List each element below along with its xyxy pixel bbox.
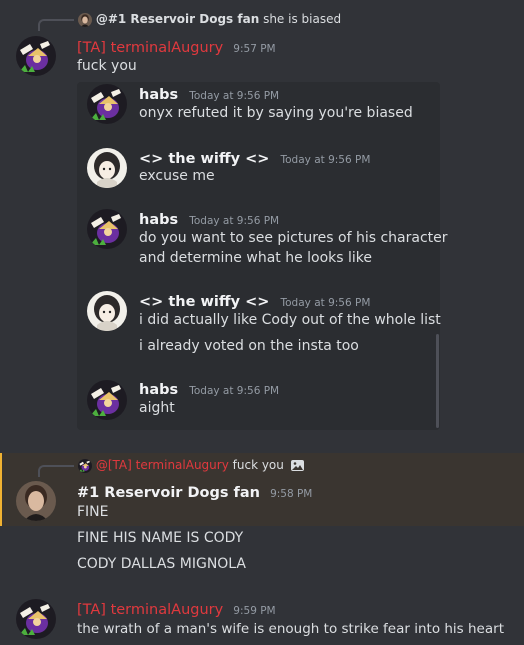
image-icon [290, 460, 304, 471]
author-name: <> the wiffy <> [139, 151, 270, 167]
timestamp: 9:57 PM [233, 43, 276, 55]
timestamp: Today at 9:56 PM [189, 385, 280, 397]
avatar [87, 148, 127, 188]
avatar [87, 209, 127, 249]
message-header: [TA] terminalAugury 9:59 PM [77, 599, 276, 618]
message-text: CODY DALLAS MIGNOLA [77, 556, 247, 572]
message-text: i did actually like Cody out of the whol… [139, 312, 441, 328]
timestamp: Today at 9:56 PM [280, 154, 371, 166]
reply-author[interactable]: @#1 Reservoir Dogs fan [96, 12, 259, 26]
author-name: habs [139, 212, 179, 228]
avatar [87, 84, 127, 124]
timestamp: 9:58 PM [270, 488, 313, 500]
reply-connector [38, 465, 74, 477]
message-text: fuck you [77, 58, 137, 74]
avatar [87, 291, 127, 331]
reply-author[interactable]: @[TA] terminalAugury [96, 458, 229, 472]
embedded-image[interactable]: habs Today at 9:56 PM onyx refuted it by… [77, 82, 448, 430]
message-text: FINE [77, 504, 109, 520]
timestamp: Today at 9:56 PM [189, 90, 280, 102]
author-name[interactable]: [TA] terminalAugury [77, 40, 223, 56]
author-name[interactable]: #1 Reservoir Dogs fan [77, 485, 260, 501]
author-name: <> the wiffy <> [139, 294, 270, 310]
avatar[interactable] [16, 481, 56, 521]
timestamp: 9:59 PM [233, 605, 276, 617]
author-name[interactable]: [TA] terminalAugury [77, 602, 223, 618]
reply-connector [38, 19, 74, 31]
timestamp: Today at 9:56 PM [189, 215, 280, 227]
reply-preview[interactable]: @[TA] terminalAugury fuck you [78, 458, 304, 473]
author-name: habs [139, 382, 179, 398]
message-text: excuse me [139, 168, 215, 184]
reply-preview[interactable]: @#1 Reservoir Dogs fan she is biased [78, 12, 341, 27]
reply-text: fuck you [232, 458, 284, 472]
timestamp: Today at 9:56 PM [280, 297, 371, 309]
message-text: i already voted on the insta too [139, 338, 359, 354]
message-text: aight [139, 400, 175, 416]
reply-text: she is biased [263, 12, 342, 26]
avatar [87, 380, 127, 420]
avatar[interactable] [16, 36, 56, 76]
message-text: and determine what he looks like [139, 250, 373, 266]
message-text: do you want to see pictures of his chara… [139, 230, 448, 246]
author-name: habs [139, 87, 179, 103]
message-header: #1 Reservoir Dogs fan 9:58 PM [77, 482, 312, 501]
reply-avatar [78, 13, 92, 27]
message-text: the wrath of a man's wife is enough to s… [77, 621, 504, 637]
mention-bar [0, 453, 2, 526]
avatar[interactable] [16, 599, 56, 639]
message-text: onyx refuted it by saying you're biased [139, 105, 413, 121]
message-text: FINE HIS NAME IS CODY [77, 530, 244, 546]
message-header: [TA] terminalAugury 9:57 PM [77, 37, 276, 56]
scrollbar[interactable] [436, 334, 439, 428]
reply-avatar [78, 459, 92, 473]
